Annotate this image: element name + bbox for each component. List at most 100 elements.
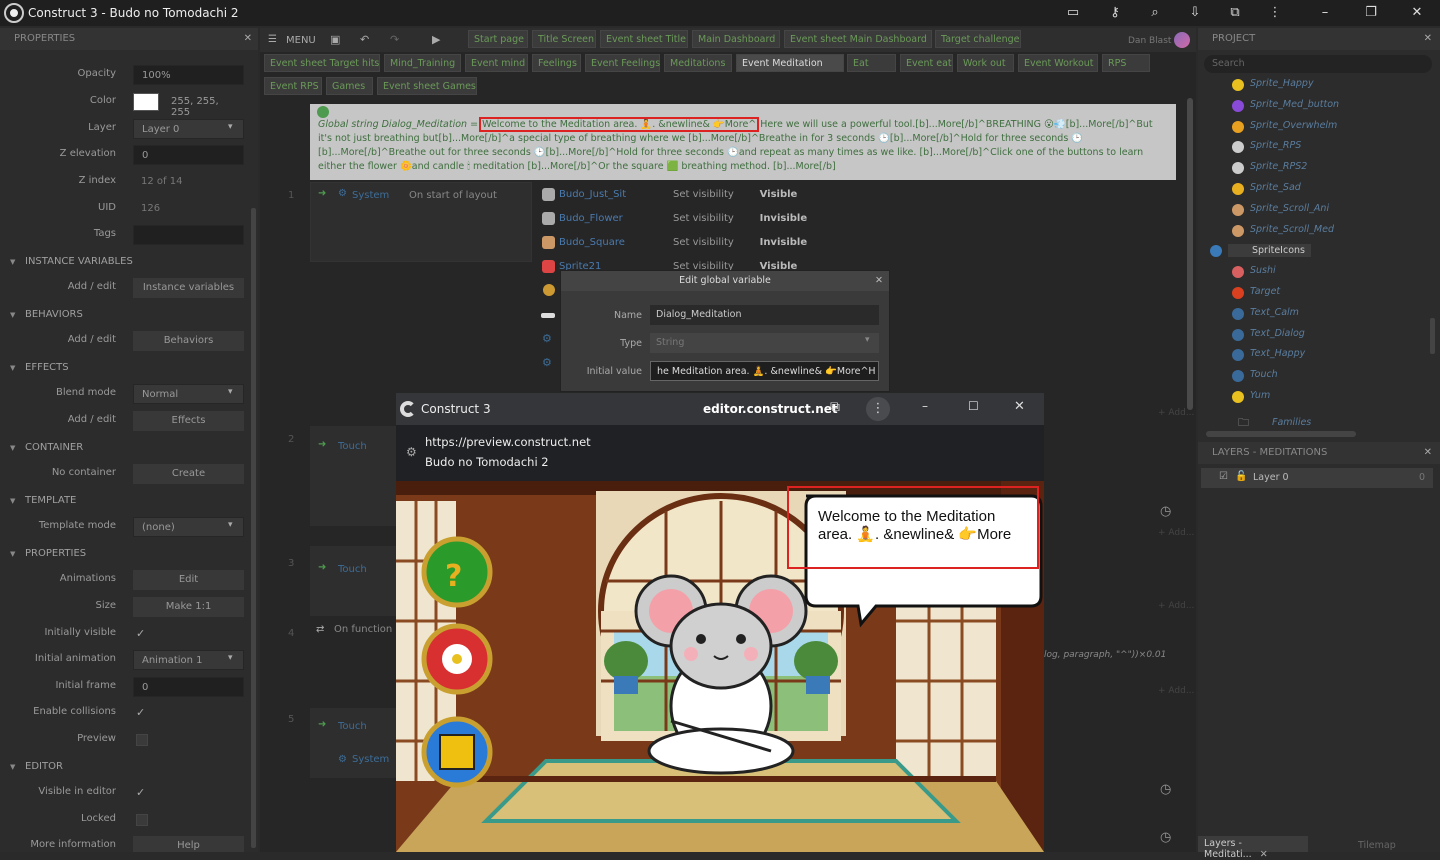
touch-object[interactable]: Touch [338,564,367,575]
tab-layers[interactable]: Layers - Meditati... ✕ [1198,836,1308,860]
project-item[interactable]: Sushi [1232,265,1276,279]
play-icon[interactable]: ▶ [432,33,440,46]
project-item[interactable]: Yum [1232,390,1270,403]
make-1-1-button[interactable]: Make 1:1 [133,597,244,617]
tab-event-sheet-title[interactable]: Event sheet Title [600,30,688,48]
tab-event-feelings[interactable]: Event Feelings [585,54,660,72]
project-item[interactable]: Sprite_RPS [1232,140,1301,154]
project-item[interactable]: Sprite_Scroll_Ani [1232,203,1329,216]
on-start-condition[interactable]: On start of layout [409,190,497,201]
properties-scrollbar[interactable] [251,208,256,848]
square-breathing-button[interactable] [423,719,491,785]
tab-event-sheet-main-dashboard[interactable]: Event sheet Main Dashboard [784,30,932,48]
section-properties[interactable]: PROPERTIES [0,543,250,565]
initial-value-input[interactable]: he Meditation area. 🧘. &newline& 👉More^H [650,361,879,381]
action-text[interactable]: Set visibility [673,213,734,224]
layer-visible-checkbox[interactable]: ☑ [1219,471,1228,482]
visible-editor-checkbox[interactable]: ✓ [136,787,148,799]
preview-checkbox[interactable] [136,734,148,746]
tab-main-dashboard[interactable]: Main Dashboard [692,30,780,48]
instance-variables-button[interactable]: Instance variables [133,278,244,298]
tab-tilemap[interactable]: Tilemap [1358,840,1396,851]
section-behaviors[interactable]: BEHAVIORS [0,304,250,326]
event-scrollbar[interactable] [1187,98,1193,410]
save-icon[interactable]: ▣ [330,33,340,46]
tab-meditations[interactable]: Meditations [664,54,732,72]
system-object[interactable]: System [352,190,389,201]
lock-icon[interactable]: 🔓 [1235,471,1247,482]
redo-icon[interactable]: ↷ [390,33,399,46]
action-object[interactable]: Budo_Square [559,237,625,248]
action-object[interactable]: Budo_Just_Sit [559,189,626,200]
layer-row[interactable]: ☑ 🔓 Layer 0 0 [1201,468,1433,488]
close-window-icon[interactable]: ✕ [1408,4,1426,22]
tab-title-screen[interactable]: Title Screen [532,30,596,48]
help-button[interactable]: ? [445,559,462,594]
project-item[interactable]: Sprite_Overwhelm [1232,120,1337,133]
tab-event-eat[interactable]: Event eat [900,54,953,72]
menu-icon[interactable]: ☰ [268,34,277,45]
section-editor[interactable]: EDITOR [0,756,250,778]
name-input[interactable]: Dialog_Meditation [650,305,879,325]
tab-event-workout[interactable]: Event Workout [1018,54,1098,72]
project-item[interactable]: Sprite_Happy [1232,78,1314,91]
initially-visible-checkbox[interactable]: ✓ [136,628,148,640]
tab-feelings[interactable]: Feelings [532,54,581,72]
project-item[interactable]: Sprite_Scroll_Med [1232,224,1334,237]
add-action-link[interactable]: + Add... [1158,601,1194,611]
zelev-field[interactable]: 0 [133,145,244,165]
key-icon[interactable]: ⚷ [1106,4,1124,22]
project-item[interactable]: Touch [1232,369,1278,383]
extensions-icon[interactable]: ⧉ [1226,4,1244,22]
avatar[interactable] [1174,32,1190,48]
action-text[interactable]: Set visibility [673,189,734,200]
close-icon[interactable]: ✕ [1014,399,1025,414]
close-panel-icon[interactable]: ✕ [1424,28,1432,50]
tags-field[interactable] [133,225,244,245]
close-panel-icon[interactable]: ✕ [244,28,252,50]
project-item[interactable]: Target [1232,286,1280,299]
tab-eat[interactable]: Eat [847,54,896,72]
tab-work-out[interactable]: Work out [957,54,1014,72]
initial-frame-field[interactable]: 0 [133,677,244,697]
help-button[interactable]: Help [133,836,244,852]
clipboard-icon[interactable]: ▭ [1064,4,1082,22]
create-container-button[interactable]: Create [133,464,244,484]
section-template[interactable]: TEMPLATE [0,490,250,512]
touch-object[interactable]: Touch [338,441,367,452]
search-icon[interactable]: ⌕ [1146,4,1164,22]
flower-meditation-button[interactable] [423,627,491,693]
project-scrollbar[interactable] [1430,318,1435,354]
tab-event-sheet-target-hits[interactable]: Event sheet Target hits [264,54,380,72]
tab-event-rps[interactable]: Event RPS [264,77,322,95]
tab-event-mind[interactable]: Event mind [465,54,528,72]
menu-button[interactable]: MENU [286,35,316,46]
locked-checkbox[interactable] [136,814,148,826]
maximize-icon[interactable]: ❐ [1362,4,1380,22]
system-object[interactable]: System [352,754,389,765]
download-icon[interactable]: ⇩ [1186,4,1204,22]
project-item[interactable]: Text_Dialog [1232,328,1305,341]
maximize-icon[interactable]: ☐ [968,399,979,413]
close-icon[interactable]: ✕ [1260,849,1268,860]
event-comment[interactable]: Global string Dialog_Meditation = Welcom… [310,104,1176,180]
project-item[interactable]: Text_Happy [1232,348,1305,362]
project-item[interactable]: SpriteIcons [1210,244,1311,258]
tab-games[interactable]: Games [326,77,373,95]
families-folder[interactable]: Families [1272,417,1311,428]
effects-button[interactable]: Effects [133,411,244,431]
behaviors-button[interactable]: Behaviors [133,331,244,351]
edit-animations-button[interactable]: Edit [133,570,244,590]
type-select[interactable]: String [650,333,879,353]
tab-event-meditation[interactable]: Event Meditation [736,54,844,72]
touch-object[interactable]: Touch [338,721,367,732]
preview-url[interactable]: https://preview.construct.net [425,435,591,449]
color-swatch[interactable] [133,93,159,111]
more-icon[interactable]: ⋮ [1266,4,1284,22]
game-canvas[interactable]: ? Welcome to the Meditation area. 🧘. &ne… [396,481,1044,852]
section-effects[interactable]: EFFECTS [0,357,250,379]
section-instance-variables[interactable]: INSTANCE VARIABLES [0,251,250,273]
project-item[interactable]: Sprite_RPS2 [1232,161,1307,175]
tab-event-sheet-games[interactable]: Event sheet Games [377,77,477,95]
close-panel-icon[interactable]: ✕ [1424,442,1432,464]
